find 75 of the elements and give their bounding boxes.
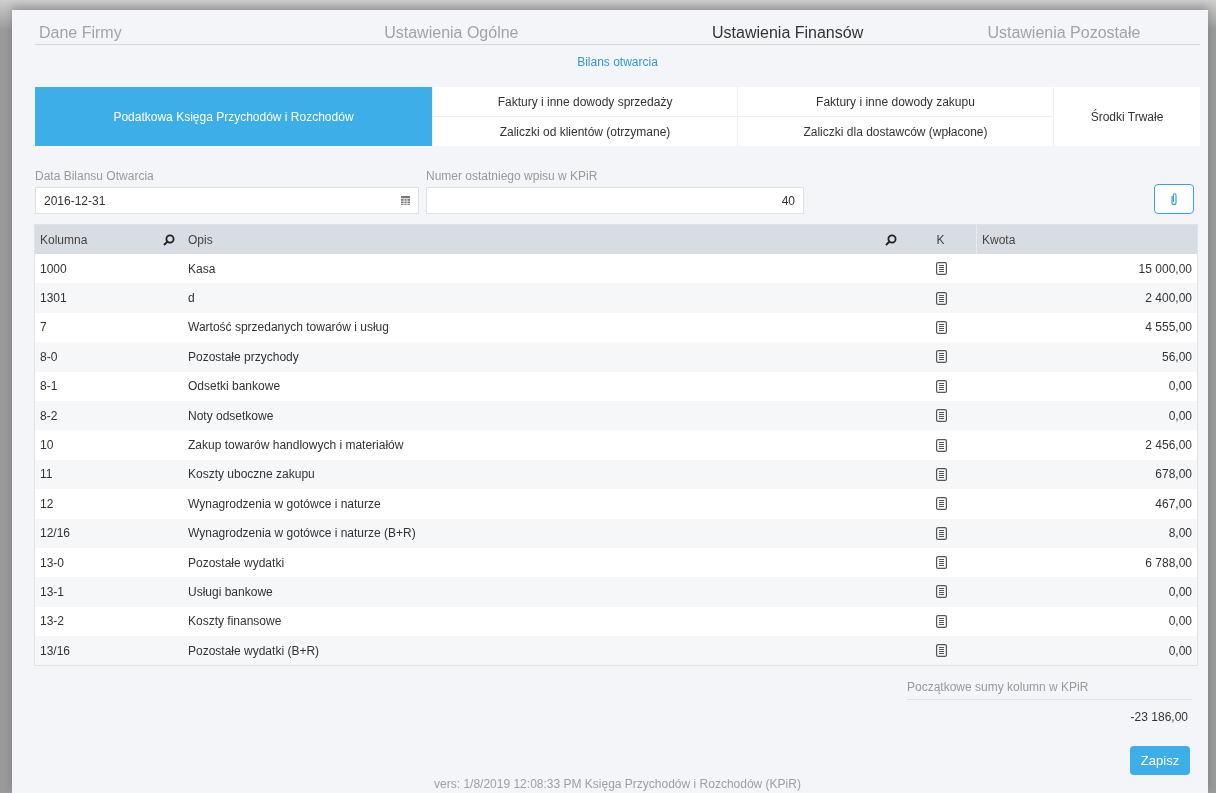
table-cell-text: 8,00: [1167, 525, 1193, 543]
table-cell-text: 15 000,00: [1137, 260, 1193, 278]
table-cell-text: 8-1: [39, 378, 59, 396]
table-cell-text: 13-1: [39, 584, 66, 601]
table-cell-text: 12/16: [39, 525, 72, 543]
table-cell-text: Koszty uboczne zakupu: [187, 466, 316, 484]
table-cell-text: 6 788,00: [1144, 554, 1193, 572]
input-field[interactable]: 2016-12-31: [35, 187, 419, 214]
table-cell-text: Kasa: [187, 260, 217, 278]
table-cell-text: 0,00: [1167, 613, 1193, 631]
document-icon: [935, 467, 947, 481]
table-cell-text: 1301: [39, 290, 68, 308]
table-cell-text: 0,00: [1167, 584, 1193, 601]
table-cell-text: 8-0: [39, 348, 59, 366]
table-cell-text: Pozostałe przychody: [187, 348, 300, 366]
table-cell-text: 56,00: [1160, 348, 1193, 366]
table-cell-text: 10: [39, 437, 55, 455]
document-icon: [935, 438, 947, 452]
table-cell-text: Wynagrodzenia w gotówce i naturze: [187, 495, 382, 513]
table-cell-text: 13-2: [39, 613, 66, 631]
tab[interactable]: Zaliczki od klientów (otrzymane): [432, 116, 737, 146]
table-cell-text: 7: [39, 319, 48, 337]
document-icon: [935, 644, 947, 658]
document-icon: [935, 526, 947, 540]
table-cell-text: 0,00: [1167, 642, 1193, 660]
column-header: Kolumna: [35, 225, 183, 254]
summary-label: Początkowe sumy kolumn w KPiR: [907, 680, 1192, 701]
column-header: Kwota: [981, 231, 1017, 249]
document-icon: [935, 379, 947, 393]
tab[interactable]: Zaliczki dla dostawców (wpłacone): [737, 116, 1053, 146]
summary-value: -23 186,00: [1129, 709, 1189, 725]
document-icon: [935, 556, 947, 570]
document-icon: [935, 585, 947, 599]
input-field[interactable]: 40: [426, 187, 804, 214]
document-icon: [935, 262, 947, 276]
table-cell-text: Pozostałe wydatki (B+R): [187, 642, 321, 660]
document-icon: [935, 497, 947, 511]
calendar-icon: [401, 196, 410, 205]
field-label: Numer ostatniego wpisu w KPiR: [426, 169, 599, 183]
tab[interactable]: Ustawienia Finansów: [647, 24, 924, 42]
table-cell-text: 8-2: [39, 407, 59, 425]
table-cell-text: Wartość sprzedanych towarów i usług: [187, 319, 390, 337]
field-label: Data Bilansu Otwarcia: [35, 169, 155, 183]
document-icon: [935, 291, 947, 305]
table-cell-text: Zakup towarów handlowych i materiałów: [187, 437, 405, 455]
table-cell-text: 2 456,00: [1144, 437, 1193, 455]
table-cell-text: 13-0: [39, 554, 66, 572]
table-cell-text: 12: [39, 495, 55, 513]
table-cell-text: d: [187, 290, 196, 308]
column-header: Opis: [183, 225, 905, 254]
document-icon: [935, 320, 947, 334]
document-icon: [935, 614, 947, 628]
table-cell-text: Usługi bankowe: [187, 584, 274, 601]
attach-button[interactable]: [1154, 184, 1194, 214]
version-text: vers: 1/8/2019 12:08:33 PM Księga Przychodów i Rozchodów (KPiR): [433, 777, 802, 792]
column-header: K: [905, 225, 977, 254]
paperclip-icon: [1170, 192, 1178, 206]
table-cell-text: 0,00: [1167, 378, 1193, 396]
table-cell-text: Wynagrodzenia w gotówce i naturze (B+R): [187, 525, 417, 543]
table-cell-text: 0,00: [1167, 407, 1193, 425]
table-cell-text: Koszty finansowe: [187, 613, 283, 631]
table-cell-text: 13/16: [39, 642, 72, 660]
table-cell-text: 678,00: [1154, 466, 1193, 484]
document-icon: [935, 350, 947, 364]
table-cell-text: 11: [39, 466, 54, 484]
table-cell-text: Odsetki bankowe: [187, 378, 282, 396]
document-icon: [935, 409, 947, 423]
table-cell-text: 2 400,00: [1144, 290, 1193, 308]
search-icon: [163, 233, 175, 246]
table-cell-text: 1000: [39, 260, 68, 278]
search-icon: [885, 233, 897, 246]
table-cell-text: 4 555,00: [1144, 319, 1193, 337]
table-cell-text: Noty odsetkowe: [187, 407, 275, 425]
table-cell-text: Pozostałe wydatki: [187, 554, 286, 572]
table-cell-text: 467,00: [1154, 495, 1193, 513]
